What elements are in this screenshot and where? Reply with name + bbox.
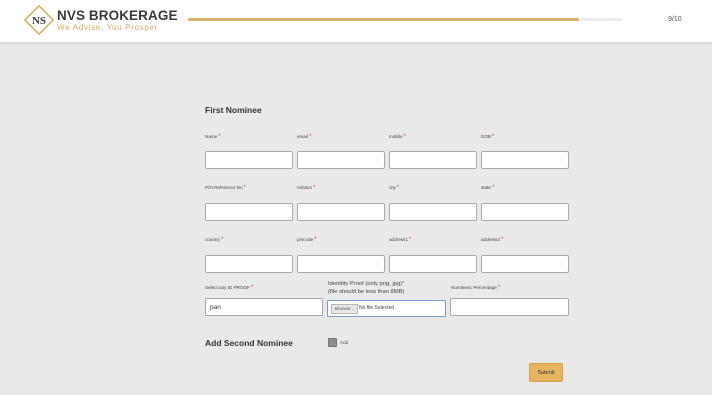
progress-fill — [188, 18, 579, 21]
country-input[interactable] — [205, 255, 293, 273]
id-proof-input[interactable] — [205, 298, 323, 316]
identity-proof-label: Identtity Proof (only png, jpg)* (file s… — [328, 281, 405, 295]
mobile-label: mobile* — [389, 134, 406, 140]
country-label: country* — [205, 237, 224, 243]
nominee-percentage-input[interactable] — [450, 298, 569, 316]
dob-label: DOB* — [481, 134, 495, 140]
pincode-label: pincode* — [297, 237, 317, 243]
add-checkbox-label: Add — [340, 340, 349, 345]
mobile-input[interactable] — [389, 151, 477, 169]
city-label: city* — [389, 185, 400, 191]
email-input[interactable] — [297, 151, 385, 169]
file-status: No file Selected — [359, 305, 395, 311]
state-input[interactable] — [481, 203, 569, 221]
relation-input[interactable] — [297, 203, 385, 221]
relation-label: relation* — [297, 185, 316, 191]
address1-label: address1* — [389, 237, 412, 243]
browse-button[interactable]: Browse... — [331, 304, 359, 314]
name-label: Name* — [205, 134, 221, 140]
company-logo: NS — [24, 5, 54, 35]
brand-name: NVS BROKERAGE — [57, 8, 178, 23]
brand-tagline: We Advise, You Prosper — [57, 23, 159, 32]
step-counter: 9/10 — [668, 16, 682, 23]
second-nominee-title: Add Second Nominee — [205, 338, 293, 348]
svg-text:NS: NS — [32, 15, 46, 27]
dob-input[interactable] — [481, 151, 569, 169]
pincode-input[interactable] — [297, 255, 385, 273]
email-label: email* — [297, 134, 312, 140]
poi-reference-label: POI Reference No* — [205, 185, 246, 191]
state-label: state* — [481, 185, 495, 191]
submit-button[interactable]: Submit — [529, 363, 563, 382]
poi-reference-input[interactable] — [205, 203, 293, 221]
identity-proof-file-input[interactable]: Browse... No file Selected — [327, 300, 446, 317]
address1-input[interactable] — [389, 255, 477, 273]
first-nominee-title: First Nominee — [205, 105, 262, 115]
id-proof-label: Select any ID PROOF* — [205, 285, 254, 291]
name-input[interactable] — [205, 151, 293, 169]
progress-bar — [188, 18, 622, 21]
city-input[interactable] — [389, 203, 477, 221]
add-second-nominee-checkbox[interactable] — [328, 338, 337, 347]
address2-label: address2* — [481, 237, 504, 243]
top-header: NS NVS BROKERAGE We Advise, You Prosper … — [0, 0, 712, 42]
nominee-percentage-label: Nominee1 Percentage* — [451, 285, 501, 291]
address2-input[interactable] — [481, 255, 569, 273]
